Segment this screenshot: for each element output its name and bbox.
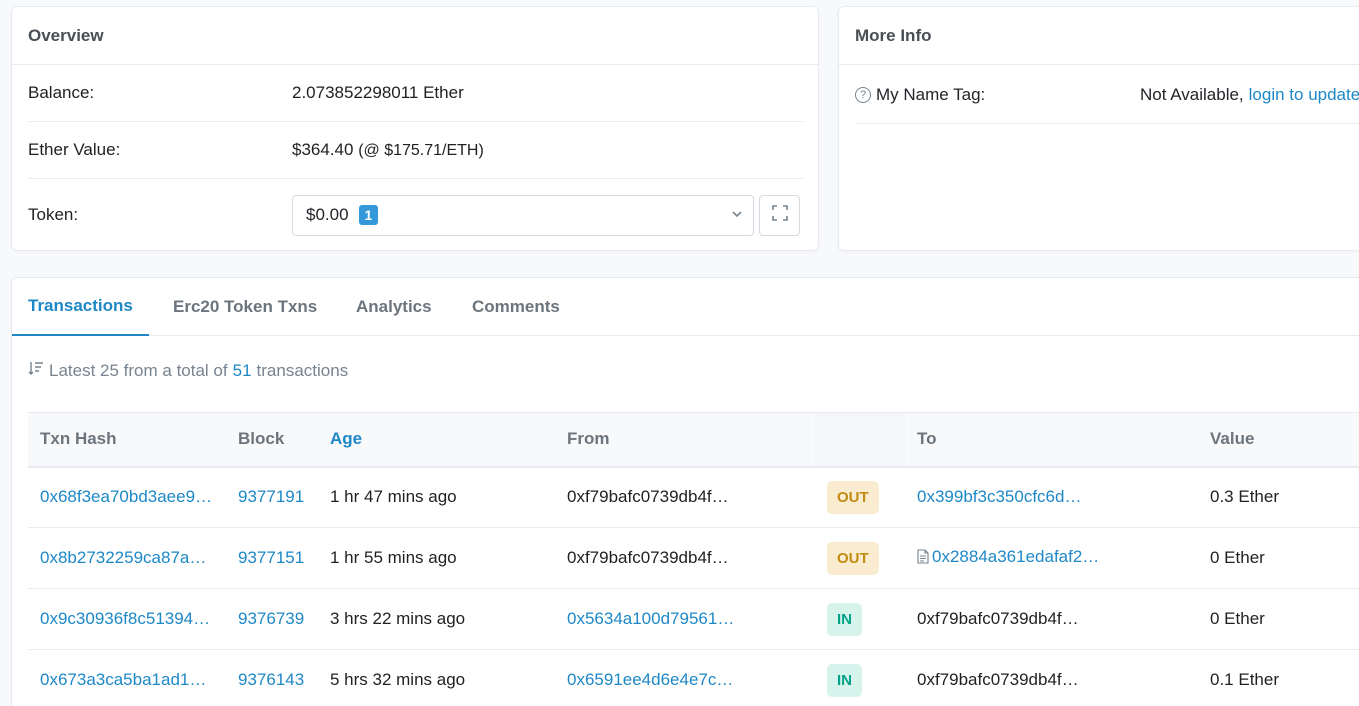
header-to: To xyxy=(917,429,937,449)
sort-icon xyxy=(28,360,44,381)
more-info-card: More Info ? My Name Tag: Not Available, … xyxy=(838,6,1359,251)
ether-value-amount: $364.40 xyxy=(292,140,354,159)
direction-badge-in: IN xyxy=(827,663,862,697)
age-cell: 1 hr 47 mins ago xyxy=(330,487,457,507)
table-row: 0x8b2732259ca87a… 9377151 1 hr 55 mins a… xyxy=(28,528,1359,589)
balance-row: Balance: 2.073852298011 Ether xyxy=(28,65,803,122)
header-txn-hash: Txn Hash xyxy=(40,429,117,449)
table-row: 0x68f3ea70bd3aee9… 9377191 1 hr 47 mins … xyxy=(28,467,1359,528)
balance-label: Balance: xyxy=(28,83,95,102)
overview-card: Overview Balance: 2.073852298011 Ether E… xyxy=(11,6,819,251)
value-cell: 0.3 Ether xyxy=(1210,487,1279,507)
txn-hash-link[interactable]: 0x8b2732259ca87a… xyxy=(40,548,206,567)
age-cell: 1 hr 55 mins ago xyxy=(330,548,457,567)
token-count-badge: 1 xyxy=(358,205,379,225)
chevron-down-icon xyxy=(731,207,743,223)
token-row: Token: $0.00 1 xyxy=(28,179,803,251)
from-address-link[interactable]: 0x5634a100d79561… xyxy=(567,609,734,628)
token-label: Token: xyxy=(28,205,79,224)
block-link[interactable]: 9376739 xyxy=(238,609,304,628)
header-value: Value xyxy=(1210,429,1255,449)
summary-prefix: Latest 25 from a total of xyxy=(49,360,228,380)
expand-icon xyxy=(771,205,788,226)
header-age[interactable]: Age xyxy=(318,413,555,467)
to-address-link[interactable]: 0x399bf3c350cfc6d… xyxy=(917,487,1081,506)
total-transactions-link[interactable]: 51 xyxy=(233,361,252,381)
contract-document-icon xyxy=(917,549,929,569)
from-cell: 0xf79bafc0739db4f… xyxy=(567,487,729,507)
transactions-summary: Latest 25 from a total of 51 transaction… xyxy=(28,360,348,381)
block-link[interactable]: 9376143 xyxy=(238,670,304,689)
age-cell: 5 hrs 32 mins ago xyxy=(330,670,466,689)
block-link[interactable]: 9377191 xyxy=(238,487,304,506)
to-address-link[interactable]: 0x2884a361edafaf2… xyxy=(932,547,1099,566)
ether-value: $364.40 (@ $175.71/ETH) xyxy=(292,140,484,160)
expand-token-button[interactable] xyxy=(759,195,800,236)
txn-hash-link[interactable]: 0x9c30936f8c51394… xyxy=(40,609,210,628)
balance-value: 2.073852298011 Ether xyxy=(292,83,464,102)
direction-badge-out: OUT xyxy=(827,480,879,514)
tab-comments[interactable]: Comments xyxy=(472,278,560,336)
token-dropdown[interactable]: $0.00 1 xyxy=(292,194,754,236)
name-tag-label: My Name Tag: xyxy=(876,85,986,104)
from-address-link[interactable]: 0x6591ee4d6e4e7c… xyxy=(567,670,733,689)
age-cell: 3 hrs 22 mins ago xyxy=(330,609,466,628)
txn-hash-link[interactable]: 0x673a3ca5ba1ad1… xyxy=(40,670,206,689)
summary-suffix: transactions xyxy=(256,360,349,380)
transactions-card: Transactions Erc20 Token Txns Analytics … xyxy=(11,277,1359,706)
to-cell: 0xf79bafc0739db4f… xyxy=(917,670,1079,689)
login-to-update-link[interactable]: login to update xyxy=(1249,85,1359,105)
tab-bar: Transactions Erc20 Token Txns Analytics … xyxy=(12,278,1359,336)
transactions-table: Txn Hash Block Age From To Value 0x68f3e… xyxy=(28,412,1359,706)
value-cell: 0 Ether xyxy=(1210,609,1265,628)
table-row: 0x673a3ca5ba1ad1… 9376143 5 hrs 32 mins … xyxy=(28,650,1359,706)
header-from: From xyxy=(567,429,610,449)
value-cell: 0.1 Ether xyxy=(1210,670,1279,689)
ether-value-row: Ether Value: $364.40 (@ $175.71/ETH) xyxy=(28,122,803,179)
token-value: $0.00 xyxy=(306,205,349,224)
txn-hash-link[interactable]: 0x68f3ea70bd3aee9… xyxy=(40,487,212,506)
from-cell: 0xf79bafc0739db4f… xyxy=(567,548,729,567)
overview-title: Overview xyxy=(12,7,818,65)
block-link[interactable]: 9377151 xyxy=(238,548,304,567)
name-tag-row: ? My Name Tag: Not Available, login to u… xyxy=(855,67,1359,124)
tab-analytics[interactable]: Analytics xyxy=(356,278,432,336)
more-info-title: More Info xyxy=(839,7,1359,65)
header-direction xyxy=(815,412,905,467)
tab-transactions[interactable]: Transactions xyxy=(12,278,149,336)
tab-erc20-token-txns[interactable]: Erc20 Token Txns xyxy=(173,278,317,336)
table-row: 0x9c30936f8c51394… 9376739 3 hrs 22 mins… xyxy=(28,589,1359,650)
name-tag-value: Not Available, xyxy=(1140,85,1244,104)
to-cell: 0xf79bafc0739db4f… xyxy=(917,609,1079,628)
direction-badge-out: OUT xyxy=(827,541,879,575)
direction-badge-in: IN xyxy=(827,602,862,636)
question-circle-icon: ? xyxy=(855,87,871,103)
header-block: Block xyxy=(238,429,285,449)
value-cell: 0 Ether xyxy=(1210,548,1265,567)
ether-value-label: Ether Value: xyxy=(28,140,121,159)
table-header-row: Txn Hash Block Age From To Value xyxy=(28,412,1359,467)
ether-price: (@ $175.71/ETH) xyxy=(358,142,484,159)
